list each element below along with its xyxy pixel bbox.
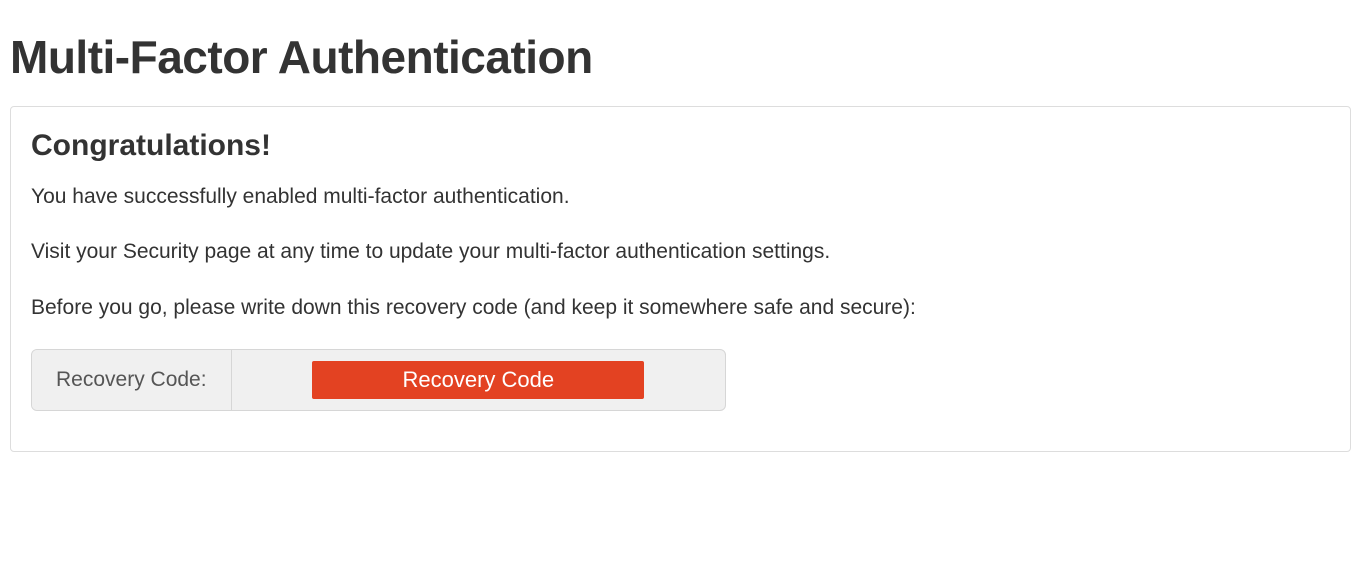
success-paragraph: You have successfully enabled multi-fact…	[31, 183, 1330, 210]
recovery-code-label: Recovery Code:	[32, 350, 232, 410]
page-container: Multi-Factor Authentication Congratulati…	[0, 0, 1361, 452]
recovery-code-box: Recovery Code: Recovery Code	[31, 349, 726, 411]
recovery-code-value-cell: Recovery Code	[232, 350, 725, 410]
recovery-code-value: Recovery Code	[312, 361, 644, 399]
page-title: Multi-Factor Authentication	[10, 30, 1351, 84]
security-link-paragraph: Visit your Security page at any time to …	[31, 238, 1330, 265]
congratulations-heading: Congratulations!	[31, 129, 1330, 163]
recovery-instructions-paragraph: Before you go, please write down this re…	[31, 294, 1330, 321]
mfa-panel: Congratulations! You have successfully e…	[10, 106, 1351, 452]
